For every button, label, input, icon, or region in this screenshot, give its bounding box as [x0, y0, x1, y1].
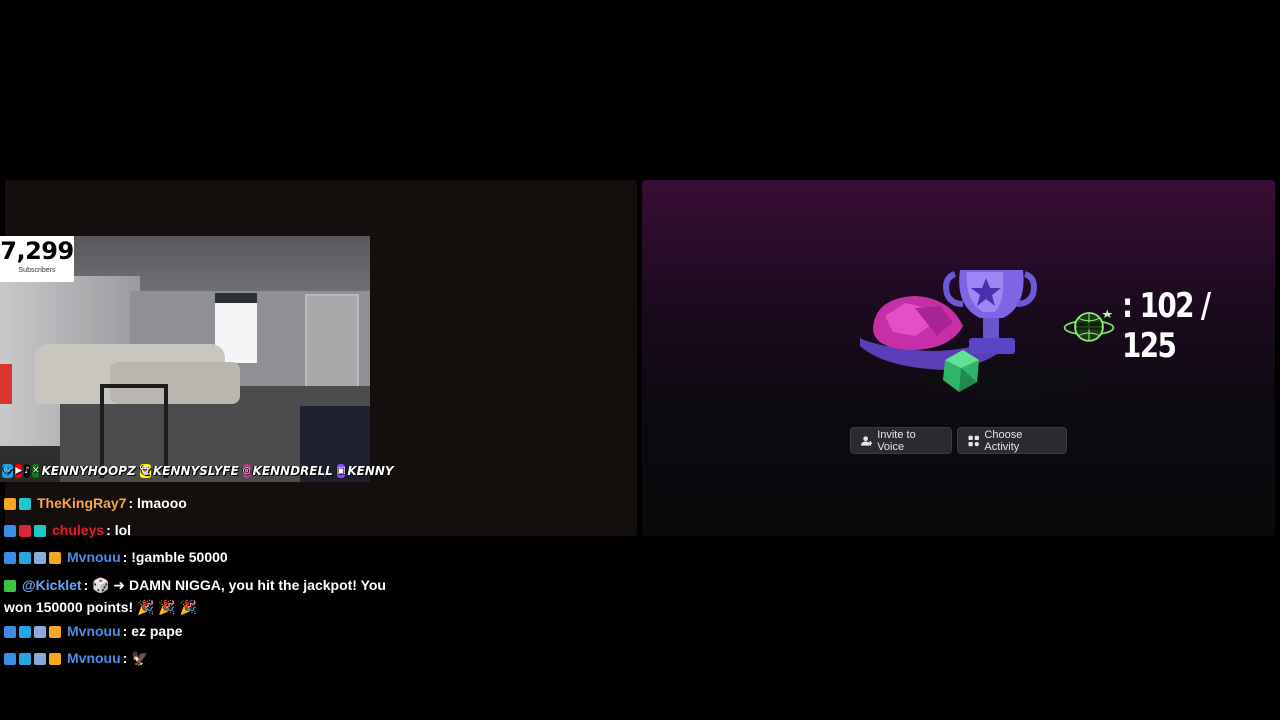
gem-badge-icon — [34, 625, 46, 638]
crown-badge-icon — [49, 551, 61, 564]
chat-message-text: : 🦅 — [122, 650, 149, 666]
trophy-illustration — [860, 270, 1090, 394]
twitter-icon: 🐦 — [2, 464, 14, 478]
chat-username[interactable]: Mvnouu — [67, 544, 121, 571]
social-handle: KENNY — [347, 464, 394, 478]
tiktok-icon: ♪ — [24, 464, 30, 478]
youtube-icon: ▶ — [15, 464, 23, 478]
social-handle: KENNYSLYFE — [152, 464, 239, 478]
instagram-icon: ◎ — [242, 464, 251, 478]
chat-message: Mvnouu: !gamble 50000 — [4, 544, 394, 571]
social-handle: KENNYHOOPZ — [41, 464, 136, 478]
social-handles-bar: 🐦 ▶ ♪ ✕ KENNYHOOPZ 👻 KENNYSLYFE ◎ KENNDRELL ▣ KENN… — [0, 460, 394, 482]
subscriber-count: 7,299 — [0, 237, 74, 265]
chat-username[interactable]: @Kicklet — [22, 577, 82, 593]
social-handle: KENNDRELL — [252, 464, 333, 478]
verified-badge-icon — [4, 580, 16, 593]
invite-to-voice-button[interactable]: Invite to Voice — [850, 427, 952, 454]
activity-counter: : 102 / 125 — [1062, 286, 1280, 366]
gift-badge-icon — [34, 524, 46, 537]
chat-message: chuleys: lol — [4, 517, 394, 544]
subscriber-label: Subscribers — [18, 267, 56, 274]
cube-badge-icon — [19, 551, 31, 564]
activity-counter-text: : 102 / 125 — [1121, 286, 1211, 366]
chat-message-text: : lmaooo — [128, 495, 187, 511]
lamp — [0, 364, 12, 404]
chat-username[interactable]: TheKingRay7 — [37, 490, 126, 517]
activity-grid-icon — [968, 435, 979, 446]
chat-message-text: : !gamble 50000 — [122, 549, 228, 565]
chat-message-text: : ez pape — [122, 623, 183, 639]
chat-username[interactable]: Mvnouu — [67, 645, 121, 672]
chat-message: Mvnouu: 🦅 — [4, 645, 394, 672]
chat-message: Mvnouu: ez pape — [4, 618, 394, 645]
crown-badge-icon — [49, 652, 61, 665]
gem-badge-icon — [34, 551, 46, 564]
room-door — [305, 294, 359, 393]
prime-badge-icon — [4, 625, 16, 638]
gift-badge-icon — [19, 497, 31, 510]
xbox-icon: ✕ — [31, 464, 40, 478]
chat-username[interactable]: Mvnouu — [67, 618, 121, 645]
cube-badge-icon — [19, 652, 31, 665]
prime-badge-icon — [4, 551, 16, 564]
bits-badge-icon — [19, 524, 31, 537]
chat-overlay: TheKingRay7: lmaooo chuleys: lol Mvnouu: !… — [4, 490, 394, 672]
choose-activity-label: Choose Activity — [984, 428, 1023, 453]
globe-logo-icon — [1063, 309, 1115, 342]
cube-badge-icon — [19, 625, 31, 638]
sub-badge-icon — [4, 497, 16, 510]
chat-message-text: : lol — [106, 522, 132, 538]
choose-activity-button[interactable]: Choose Activity — [957, 427, 1067, 454]
invite-to-voice-label: Invite to Voice — [877, 428, 916, 453]
snapchat-icon: 👻 — [139, 464, 151, 478]
chat-message: TheKingRay7: lmaooo — [4, 490, 394, 517]
prime-badge-icon — [4, 524, 16, 537]
twitch-icon: ▣ — [336, 464, 346, 478]
prime-badge-icon — [4, 652, 16, 665]
subscriber-counter: 7,299 Subscribers — [0, 236, 74, 282]
crown-badge-icon — [49, 625, 61, 638]
gem-badge-icon — [34, 652, 46, 665]
add-user-icon — [861, 435, 873, 446]
chat-message: @Kicklet: 🎲 ➜ DAMN NIGGA, you hit the ja… — [4, 571, 394, 618]
chat-username[interactable]: chuleys — [52, 517, 104, 544]
